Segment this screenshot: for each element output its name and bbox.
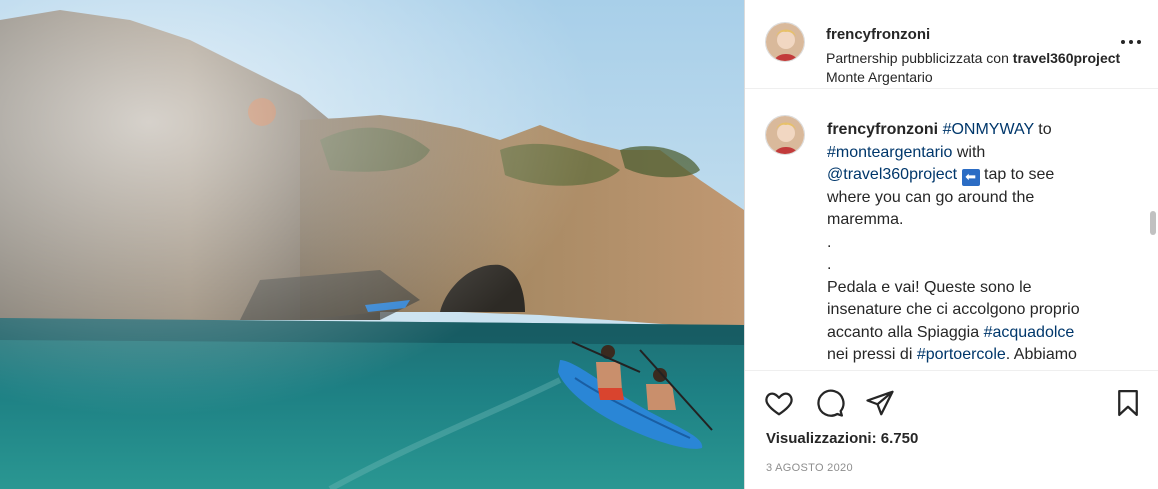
comments-scrollbar[interactable] bbox=[1150, 211, 1156, 235]
post-side-panel: frencyfronzoni Partnership pubblicizzata… bbox=[744, 0, 1158, 489]
author-avatar[interactable] bbox=[765, 22, 805, 62]
avatar-image bbox=[766, 116, 804, 154]
partnership-label: Partnership pubblicizzata con travel360p… bbox=[826, 50, 1120, 66]
mention-travel360project[interactable]: @travel360project bbox=[827, 166, 957, 183]
comments-section[interactable]: frencyfronzoni #ONMYWAY to #monteargenta… bbox=[745, 89, 1158, 371]
share-icon[interactable] bbox=[865, 388, 895, 418]
left-arrow-emoji-icon: ⬅ bbox=[961, 169, 980, 186]
caption-text: . bbox=[827, 233, 832, 251]
caption-text: insenature che ci accolgono proprio bbox=[827, 301, 1080, 318]
partner-link[interactable]: travel360project bbox=[1013, 50, 1120, 66]
avatar-image bbox=[766, 23, 804, 61]
heart-icon[interactable] bbox=[764, 388, 794, 418]
caption-text: maremma. bbox=[827, 211, 904, 228]
partnership-prefix: Partnership pubblicizzata con bbox=[826, 50, 1013, 66]
caption-text: to bbox=[1033, 121, 1052, 138]
more-options-icon[interactable] bbox=[1119, 34, 1143, 50]
post-caption: frencyfronzoni #ONMYWAY to #monteargenta… bbox=[827, 119, 1127, 367]
caption-text: . Abbiamo bbox=[1005, 346, 1077, 363]
post-media-image bbox=[0, 0, 744, 489]
hashtag-acquadolce[interactable]: #acquadolce bbox=[984, 324, 1075, 341]
caption-text: where you can go around the bbox=[827, 188, 1035, 206]
hashtag-onmyway[interactable]: #ONMYWAY bbox=[943, 121, 1034, 138]
caption-text: nei pressi di bbox=[827, 346, 917, 363]
caption-text: with bbox=[952, 143, 986, 161]
location-link[interactable]: Monte Argentario bbox=[826, 69, 933, 85]
hashtag-portoercole[interactable]: #portoercole bbox=[917, 346, 1006, 363]
post-header: frencyfronzoni Partnership pubblicizzata… bbox=[745, 0, 1158, 89]
author-username[interactable]: frencyfronzoni bbox=[826, 26, 930, 43]
comment-icon[interactable] bbox=[815, 388, 845, 418]
bookmark-icon[interactable] bbox=[1113, 388, 1143, 418]
views-count: Visualizzazioni: 6.750 bbox=[766, 430, 919, 447]
caption-author-avatar[interactable] bbox=[765, 115, 805, 155]
post-actions: Visualizzazioni: 6.750 3 AGOSTO 2020 bbox=[745, 371, 1158, 489]
post-media-video[interactable] bbox=[0, 0, 744, 489]
hashtag-monteargentario[interactable]: #monteargentario bbox=[827, 144, 952, 161]
caption-text: Pedala e vai! Queste sono le bbox=[827, 278, 1032, 296]
post-date[interactable]: 3 AGOSTO 2020 bbox=[766, 462, 853, 474]
caption-text: accanto alla Spiaggia bbox=[827, 323, 984, 341]
caption-text: tap to see bbox=[979, 166, 1055, 183]
caption-text: . bbox=[827, 256, 832, 273]
caption-username[interactable]: frencyfronzoni bbox=[827, 121, 938, 138]
